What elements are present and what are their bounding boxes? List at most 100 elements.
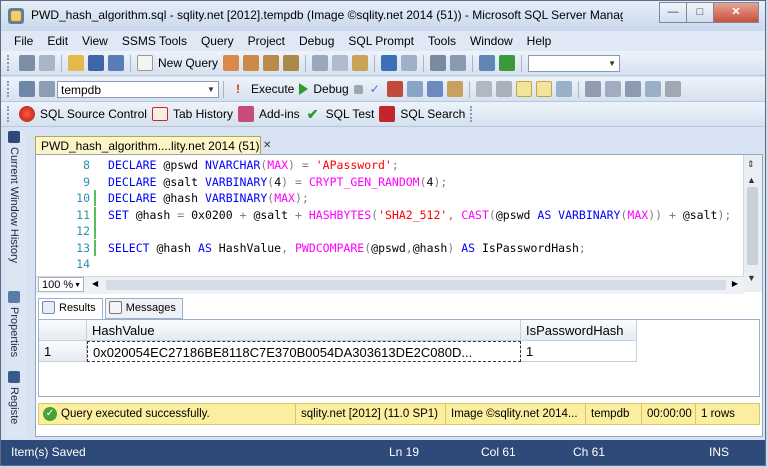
copy-icon[interactable]: [332, 55, 349, 71]
menu-file[interactable]: File: [7, 34, 40, 48]
available-databases-combo[interactable]: tempdb ▼: [57, 80, 219, 98]
menu-project[interactable]: Project: [241, 34, 292, 48]
sql-source-control-button[interactable]: SQL Source Control: [40, 107, 147, 121]
column-header[interactable]: IsPasswordHash: [521, 320, 637, 341]
tab-results[interactable]: Results: [38, 298, 103, 319]
line-number: Ln 19: [389, 445, 420, 459]
paste-icon[interactable]: [352, 55, 369, 71]
column-header[interactable]: HashValue: [87, 320, 521, 341]
new-project-icon[interactable]: [19, 55, 35, 71]
comment-icon[interactable]: [584, 81, 601, 97]
mdx-query-icon[interactable]: [243, 55, 260, 71]
line-number: 8: [83, 158, 90, 172]
xmla-query-icon[interactable]: [283, 55, 300, 71]
chevron-left-icon[interactable]: ◀: [92, 279, 98, 288]
specify-values-icon[interactable]: [664, 81, 681, 97]
toolbar-grip[interactable]: [7, 81, 13, 97]
results-to-text-icon[interactable]: [515, 81, 532, 97]
split-icon[interactable]: ⇕: [747, 159, 755, 170]
db-query-icon[interactable]: [223, 55, 240, 71]
table-cell[interactable]: 1: [521, 341, 637, 362]
chevron-down-icon[interactable]: ▼: [747, 273, 756, 283]
new-query-icon[interactable]: [137, 55, 153, 71]
code-token: IsPasswordHash: [481, 240, 579, 255]
menu-window[interactable]: Window: [463, 34, 520, 48]
menu-help[interactable]: Help: [520, 34, 559, 48]
cut-icon[interactable]: [312, 55, 329, 71]
addins-button[interactable]: Add-ins: [259, 107, 300, 121]
close-icon[interactable]: ✕: [263, 140, 271, 151]
toolbar-grip[interactable]: [7, 106, 13, 122]
sql-search-button[interactable]: SQL Search: [400, 107, 465, 121]
navigate-backward-icon[interactable]: [430, 55, 447, 71]
tab-history-button[interactable]: Tab History: [173, 107, 233, 121]
menu-query[interactable]: Query: [194, 34, 241, 48]
toolbar-grip[interactable]: [7, 55, 13, 71]
save-all-icon[interactable]: [108, 55, 124, 71]
open-file-icon[interactable]: [68, 55, 84, 71]
results-to-file-icon[interactable]: [555, 81, 572, 97]
execute-button[interactable]: Execute: [251, 82, 294, 96]
code-token: ,: [405, 240, 413, 255]
toolbar-grip[interactable]: [470, 106, 476, 122]
solution-config-combo[interactable]: ▼: [528, 54, 621, 72]
minimize-button[interactable]: —: [659, 2, 687, 23]
dmx-query-icon[interactable]: [263, 55, 280, 71]
uncomment-icon[interactable]: [604, 81, 621, 97]
change-connection-icon[interactable]: [39, 81, 55, 97]
intellisense-icon[interactable]: [446, 81, 463, 97]
connect-icon[interactable]: [19, 81, 35, 97]
solution-explorer-icon[interactable]: [479, 55, 496, 71]
code-token: VARBINARY: [204, 174, 268, 189]
query-designer-icon[interactable]: [406, 81, 423, 97]
menu-sql-prompt[interactable]: SQL Prompt: [341, 34, 421, 48]
client-stats-icon[interactable]: [495, 81, 512, 97]
navigate-forward-icon[interactable]: [450, 55, 467, 71]
menu-debug[interactable]: Debug: [292, 34, 341, 48]
undo-icon[interactable]: [381, 55, 398, 71]
new-query-button[interactable]: New Query: [158, 56, 218, 70]
stop-icon[interactable]: [353, 84, 363, 94]
decrease-indent-icon[interactable]: [624, 81, 641, 97]
toolbar-separator: [423, 54, 425, 72]
properties-tab[interactable]: Properties: [8, 291, 20, 357]
editor-vertical-scrollbar[interactable]: ⇕ ▲ ▼: [743, 155, 762, 292]
scroll-thumb[interactable]: [747, 187, 758, 265]
tab-messages[interactable]: Messages: [104, 298, 183, 319]
database-value: tempdb: [61, 82, 102, 97]
add-item-icon[interactable]: [39, 55, 55, 71]
parse-check-icon[interactable]: ✓: [367, 81, 383, 97]
code-token: ,: [281, 240, 295, 255]
sql-test-button[interactable]: SQL Test: [326, 107, 375, 121]
code-editor[interactable]: 8 DECLARE @pswd NVARCHAR(MAX) = 'APasswor…: [36, 155, 744, 275]
zoom-combo[interactable]: 100 % ▼: [38, 277, 84, 292]
debug-button[interactable]: Debug: [313, 82, 348, 96]
chevron-up-icon[interactable]: ▲: [747, 175, 756, 185]
redo-icon[interactable]: [401, 55, 418, 71]
include-plan-icon[interactable]: [475, 81, 492, 97]
horizontal-scroll-thumb[interactable]: [106, 280, 726, 290]
registered-servers-tab[interactable]: Registe: [8, 371, 20, 424]
menu-tools[interactable]: Tools: [421, 34, 463, 48]
display-plan-icon[interactable]: [386, 81, 403, 97]
title-bar[interactable]: PWD_hash_algorithm.sql - sqlity.net [201…: [1, 1, 765, 31]
menu-edit[interactable]: Edit: [40, 34, 75, 48]
increase-indent-icon[interactable]: [644, 81, 661, 97]
toolbar-separator: [577, 80, 579, 98]
row-number[interactable]: 1: [39, 341, 87, 362]
chevron-right-icon[interactable]: ▶: [732, 279, 738, 288]
query-options-icon[interactable]: [426, 81, 443, 97]
maximize-button[interactable]: □: [686, 2, 714, 23]
table-cell[interactable]: 0x020054EC27186BE8118C7E370B0054DA303613…: [87, 341, 521, 362]
code-token: MAX: [274, 191, 295, 205]
results-to-grid-icon[interactable]: [535, 81, 552, 97]
start-icon[interactable]: [499, 55, 516, 71]
document-tab[interactable]: PWD_hash_algorithm....lity.net 2014 (51)…: [35, 136, 261, 154]
close-button[interactable]: ✕: [713, 2, 759, 23]
save-icon[interactable]: [88, 55, 104, 71]
code-token: );: [433, 174, 448, 189]
row-number-header[interactable]: [39, 320, 87, 341]
menu-view[interactable]: View: [75, 34, 115, 48]
menu-ssms-tools[interactable]: SSMS Tools: [115, 34, 194, 48]
current-window-history-tab[interactable]: Current Window History: [8, 131, 20, 263]
